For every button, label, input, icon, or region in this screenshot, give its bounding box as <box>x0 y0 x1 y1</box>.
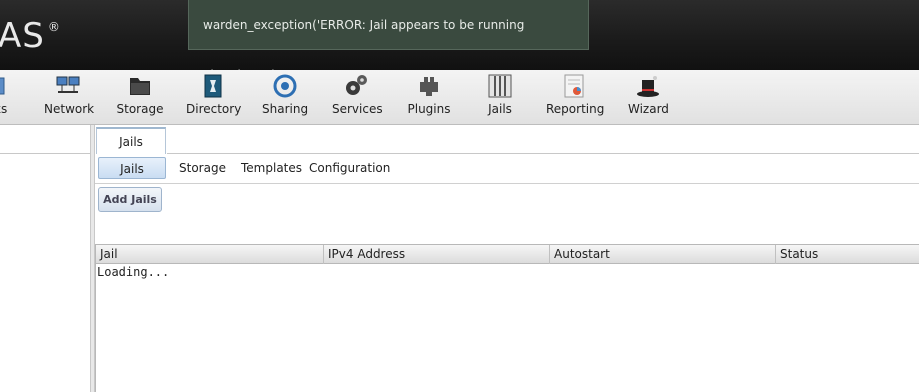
toolbar-label: Wizard <box>628 102 669 116</box>
toolbar-label: Sharing <box>262 102 309 116</box>
grid-loading-text: Loading... <box>97 265 170 279</box>
left-nav-panel <box>0 125 90 392</box>
toolbar-label: Directory <box>186 102 242 116</box>
toolbar-network[interactable]: Network <box>44 74 95 116</box>
column-header-ipv4[interactable]: IPv4 Address <box>324 245 550 264</box>
left-panel-divider <box>0 153 90 154</box>
network-icon <box>56 74 80 98</box>
top-header: AS ® warden_exception('ERROR: Jail appear… <box>0 0 919 82</box>
toolbar-directory[interactable]: Directory <box>186 74 242 116</box>
column-header-jail[interactable]: Jail <box>96 245 324 264</box>
error-toast[interactable]: warden_exception('ERROR: Jail appears to… <box>188 0 589 82</box>
toolbar-sharing[interactable]: Sharing <box>262 74 308 116</box>
subtab-configuration[interactable]: Configuration <box>309 157 390 179</box>
subtab-divider <box>95 183 919 184</box>
storage-icon <box>128 74 152 98</box>
main-content: Jails Jails Storage Templates Configurat… <box>95 125 919 392</box>
toolbar-jails[interactable]: Jails <box>484 74 516 116</box>
subtab-storage[interactable]: Storage <box>179 157 226 179</box>
toolbar-label: ks <box>0 102 8 116</box>
logo-trademark: ® <box>47 19 61 34</box>
app-logo: AS ® <box>0 16 61 56</box>
toolbar-label: Storage <box>116 102 164 116</box>
toolbar-label: Network <box>44 102 95 116</box>
toolbar-label: Reporting <box>546 102 605 116</box>
account-icon <box>0 74 18 98</box>
jails-grid: Jail IPv4 Address Autostart Status Loadi… <box>95 244 919 392</box>
toolbar-plugins[interactable]: Plugins <box>407 74 451 116</box>
add-jails-button[interactable]: Add Jails <box>98 187 162 212</box>
column-header-status[interactable]: Status <box>776 245 919 264</box>
sharing-icon <box>273 74 297 98</box>
column-header-autostart[interactable]: Autostart <box>550 245 776 264</box>
jails-icon <box>488 74 512 98</box>
subtab-templates[interactable]: Templates <box>241 157 302 179</box>
directory-icon <box>201 74 225 98</box>
toolbar-label: Plugins <box>407 102 451 116</box>
logo-text: AS <box>0 16 45 56</box>
subtab-jails[interactable]: Jails <box>98 157 166 179</box>
toolbar-wizard[interactable]: Wizard <box>628 74 669 116</box>
toolbar-label: Services <box>332 102 383 116</box>
toolbar-accounts[interactable]: ks <box>0 74 16 116</box>
subtab-bar: Jails Storage Templates Configuration <box>95 155 919 183</box>
toolbar-label: Jails <box>488 102 512 116</box>
toolbar-reporting[interactable]: Reporting <box>546 74 605 116</box>
toolbar-services[interactable]: Services <box>332 74 383 116</box>
grid-header: Jail IPv4 Address Autostart Status <box>96 244 919 264</box>
wizard-icon <box>636 74 660 98</box>
plugins-icon <box>417 74 441 98</box>
tab-strip-divider <box>167 153 919 154</box>
tab-jails[interactable]: Jails <box>96 127 166 154</box>
services-icon <box>344 74 368 98</box>
main-toolbar: ks Network Storage Directory Sharing Ser… <box>0 70 919 125</box>
toolbar-storage[interactable]: Storage <box>116 74 164 116</box>
reporting-icon <box>562 74 586 98</box>
